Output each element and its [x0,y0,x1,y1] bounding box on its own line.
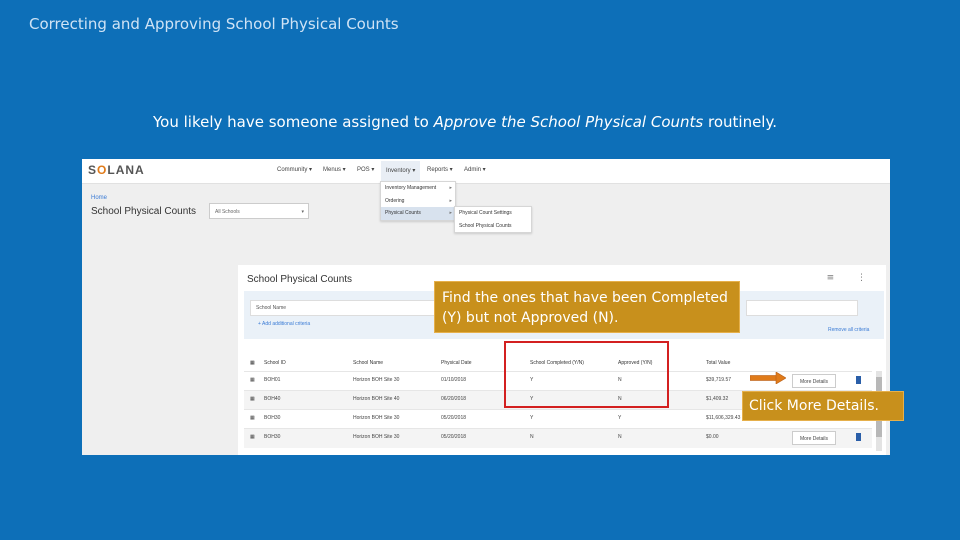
nav-admin[interactable]: Admin ▾ [464,166,486,173]
menu-item-school-physical-counts[interactable]: School Physical Counts [455,220,531,233]
chevron-right-icon: ▸ [449,185,452,191]
chevron-down-icon: ▾ [301,209,304,215]
logo-text-rest: LANA [107,163,145,177]
col-physical-date[interactable]: Physical Date [441,360,472,366]
breadcrumb[interactable]: Home [91,195,107,201]
cell-total-value: $39,719.57 [706,377,732,383]
cell-physical-date: 06/20/2018 [441,396,467,402]
cell-school-name: Horizon BOH Site 30 [353,415,400,421]
more-details-button[interactable]: More Details [792,374,836,388]
menu-item-label: Ordering [385,197,405,204]
cell-school-name: Horizon BOH Site 40 [353,396,400,402]
logo-text: S [88,163,98,177]
callout-find: Find the ones that have been Completed (… [434,281,740,333]
menu-item-label: Inventory Management [385,185,437,191]
cell-total-value: $0.00 [706,434,719,440]
chevron-right-icon: ▸ [449,197,452,204]
cell-school-id: BOH40 [264,396,281,402]
page-title: School Physical Counts [91,206,197,217]
slide-subtitle: You likely have someone assigned to Appr… [0,113,930,131]
subtitle-post: routinely. [703,113,777,131]
filter-input-secondary[interactable] [746,300,858,316]
menu-item-ordering[interactable]: Ordering ▸ [381,195,455,208]
cell-school-id: BOH30 [264,415,281,421]
nav-community[interactable]: Community ▾ [277,166,312,173]
cell-school-name: Horizon BOH Site 30 [353,377,400,383]
callout-click-more-details: Click More Details. [742,391,904,421]
slide-title: Correcting and Approving School Physical… [29,15,399,33]
school-name-filter-input[interactable]: School Name [250,300,447,316]
cell-total-value: $11,606,329.43 [706,415,741,421]
school-select-value: All Schools [215,209,240,215]
subtitle-emphasis: Approve the School Physical Counts [433,113,704,131]
inventory-dropdown: Inventory Management ▸ Ordering ▸ Physical… [380,181,456,221]
menu-item-physical-count-settings[interactable]: Physical Count Settings [455,207,531,220]
add-criteria-link[interactable]: + Add additional criteria [258,321,310,327]
cell-school-id: BOH30 [264,434,281,440]
logo-o: O [97,163,108,177]
menu-item-inventory-management[interactable]: Inventory Management ▸ [381,182,455,195]
menu-item-label: Physical Counts [385,210,421,216]
row-checkbox[interactable]: ▦ [250,415,255,421]
row-checkbox[interactable]: ▦ [250,434,255,440]
panel-menu-icons[interactable]: ≡ ⋮ [827,273,876,283]
row-checkbox[interactable]: ▦ [250,396,255,402]
cell-school-id: BOH01 [264,377,281,383]
col-school-name[interactable]: School Name [353,360,383,366]
top-navbar: SOLANA Community ▾ Menus ▾ POS ▾ Invento… [82,159,890,184]
nav-pos[interactable]: POS ▾ [357,166,374,173]
nav-reports[interactable]: Reports ▾ [427,166,453,173]
select-all-icon[interactable]: ▦ [250,360,255,366]
trash-icon[interactable] [856,433,861,441]
chevron-right-icon: ▸ [449,210,452,216]
more-details-button[interactable]: More Details [792,431,836,445]
solana-logo[interactable]: SOLANA [88,163,145,177]
panel-title: School Physical Counts [247,274,353,285]
col-school-id[interactable]: School ID [264,360,286,366]
cell-physical-date: 05/20/2018 [441,415,467,421]
subtitle-pre: You likely have someone assigned to [153,113,434,131]
cell-approved: N [618,434,622,440]
cell-completed: N [530,434,534,440]
row-checkbox[interactable]: ▦ [250,377,255,383]
arrow-right-icon [750,372,786,384]
nav-menus[interactable]: Menus ▾ [323,166,346,173]
cell-completed: Y [530,415,534,421]
remove-all-criteria-link[interactable]: Remove all criteria [828,327,869,333]
cell-approved: Y [618,415,622,421]
table-row[interactable]: ▦ BOH30 Horizon BOH Site 30 05/20/2018 N… [244,428,872,448]
cell-school-name: Horizon BOH Site 30 [353,434,400,440]
cell-physical-date: 01/10/2018 [441,377,467,383]
highlight-box [504,341,669,408]
cell-physical-date: 05/20/2018 [441,434,467,440]
trash-icon[interactable] [856,376,861,384]
cell-total-value: $1,409.32 [706,396,729,402]
col-total-value[interactable]: Total Value [706,360,730,366]
menu-item-physical-counts[interactable]: Physical Counts ▸ [381,207,455,220]
physical-counts-submenu: Physical Count Settings School Physical … [454,206,532,233]
school-select[interactable]: All Schools ▾ [209,203,309,219]
nav-inventory[interactable]: Inventory ▾ [381,161,421,181]
